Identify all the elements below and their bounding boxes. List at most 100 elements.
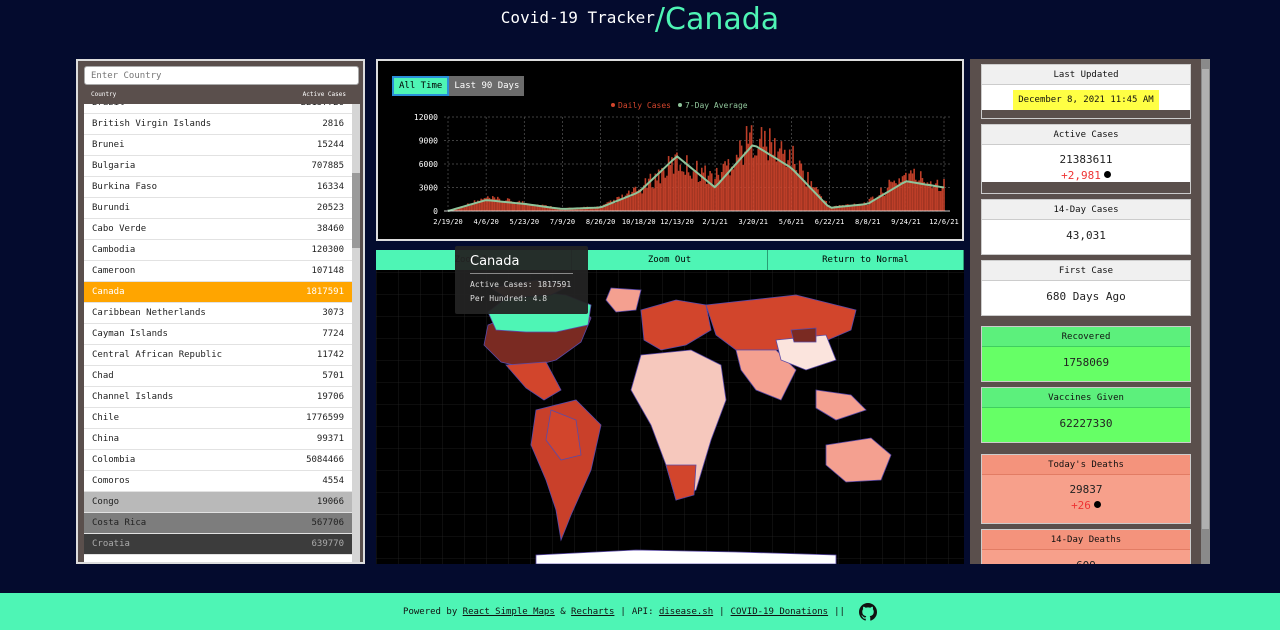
daily-cases-bar — [689, 175, 691, 211]
daily-cases-bar — [715, 167, 718, 211]
daily-cases-bar — [644, 178, 647, 211]
tooltip-country-name: Canada — [470, 254, 573, 274]
daily-cases-bar — [618, 196, 620, 211]
country-list: Brazil 22157726 British Virgin Islands 2816… — [84, 104, 352, 562]
daily-cases-bar — [628, 190, 630, 211]
daily-cases-bar — [764, 130, 766, 211]
daily-cases-bar — [775, 161, 778, 211]
country-row[interactable]: Cameroon 107148 — [84, 261, 352, 282]
daily-cases-bar — [692, 171, 695, 211]
footer-api-label: API: — [631, 606, 654, 617]
country-row[interactable]: Congo 19066 — [84, 492, 352, 513]
country-active-cases: 20523 — [316, 203, 344, 213]
daily-cases-bar — [511, 202, 514, 211]
daily-cases-bar — [936, 179, 939, 211]
country-panel: Country Active Cases Brazil 22157726 Briti… — [76, 59, 365, 564]
daily-cases-bar — [719, 179, 721, 211]
country-row[interactable]: Colombia 5084466 — [84, 450, 352, 471]
daily-cases-bar — [788, 149, 791, 211]
x-tick-label: 6/22/21 — [815, 218, 845, 226]
cases-14-day-label: 14-Day Cases — [982, 200, 1190, 220]
country-name: Caribbean Netherlands — [92, 308, 206, 318]
tooltip-per-hundred: Per Hundred: 4.8 — [470, 294, 573, 303]
daily-cases-bar — [493, 197, 496, 211]
daily-cases-bar — [717, 174, 720, 211]
footer-amp: & — [560, 606, 566, 617]
country-active-cases: 4554 — [322, 476, 344, 486]
country-row[interactable]: Chile 1776599 — [84, 408, 352, 429]
stats-scrollbar-thumb[interactable] — [1202, 69, 1209, 529]
country-name: Brazil — [92, 104, 125, 108]
vaccines-value: 62227330 — [982, 408, 1190, 442]
daily-cases-bar — [739, 140, 741, 211]
cases-14-day-card: 14-Day Cases 43,031 — [981, 199, 1191, 255]
daily-cases-bar — [755, 155, 758, 211]
country-row[interactable]: Canada 1817591 — [84, 282, 352, 303]
country-row[interactable]: Brunei 15244 — [84, 135, 352, 156]
page-title: Covid-19 Tracker/Canada — [0, 2, 1280, 37]
country-row[interactable]: Chad 5701 — [84, 366, 352, 387]
daily-cases-bar — [742, 164, 745, 211]
daily-cases-bar — [709, 170, 711, 211]
daily-cases-bar — [518, 200, 521, 211]
reset-map-button[interactable]: Return to Normal — [768, 250, 964, 270]
daily-cases-bar — [681, 171, 683, 211]
country-row[interactable]: China 99371 — [84, 429, 352, 450]
country-row[interactable]: Brazil 22157726 — [84, 104, 352, 114]
daily-cases-bar — [885, 194, 887, 211]
legend-daily-marker — [611, 103, 615, 107]
recharts-link[interactable]: Recharts — [571, 607, 614, 617]
daily-cases-bar — [906, 181, 909, 211]
daily-cases-bar — [732, 169, 735, 211]
country-row[interactable]: Bulgaria 707885 — [84, 156, 352, 177]
country-row[interactable]: Burkina Faso 16334 — [84, 177, 352, 198]
daily-cases-bar — [463, 207, 466, 211]
last-updated-label: Last Updated — [982, 65, 1190, 85]
list-scrollbar-thumb[interactable] — [352, 173, 360, 248]
github-icon[interactable] — [858, 602, 877, 621]
react-simple-maps-link[interactable]: React Simple Maps — [463, 607, 555, 617]
daily-cases-bar — [815, 187, 818, 211]
country-row[interactable]: Caribbean Netherlands 3073 — [84, 303, 352, 324]
country-active-cases: 3073 — [322, 308, 344, 318]
deaths-today-label: Today's Deaths — [982, 455, 1190, 475]
country-row[interactable]: Cambodia 120300 — [84, 240, 352, 261]
info-icon[interactable] — [1103, 171, 1111, 178]
country-row[interactable]: Croatia 639770 — [84, 534, 352, 555]
country-row[interactable]: Comoros 4554 — [84, 471, 352, 492]
country-row[interactable]: Burundi 20523 — [84, 198, 352, 219]
deaths-today-card: Today's Deaths 29837 +26 — [981, 454, 1191, 524]
daily-cases-bar — [939, 191, 942, 211]
daily-cases-bar — [687, 172, 690, 211]
daily-cases-bar — [641, 193, 643, 211]
daily-cases-bar — [934, 183, 937, 211]
disease-sh-link[interactable]: disease.sh — [659, 607, 713, 617]
y-tick-label: 12000 — [414, 113, 438, 122]
country-row[interactable]: Central African Republic 11742 — [84, 345, 352, 366]
y-tick-label: 9000 — [419, 137, 438, 146]
country-name: Bulgaria — [92, 161, 136, 171]
country-name: Congo — [92, 497, 120, 507]
daily-cases-bar — [933, 185, 935, 211]
daily-cases-bar — [908, 173, 910, 211]
country-name: China — [92, 434, 120, 444]
country-row[interactable]: Channel Islands 19706 — [84, 387, 352, 408]
donations-link[interactable]: COVID-19 Donations — [731, 607, 829, 617]
daily-cases-bar — [905, 172, 907, 211]
daily-cases-bar — [674, 154, 677, 211]
country-row[interactable]: British Virgin Islands 2816 — [84, 114, 352, 135]
daily-cases-bar — [664, 177, 667, 211]
daily-cases-bar — [629, 196, 632, 211]
daily-cases-bar — [773, 138, 776, 211]
country-row[interactable]: Costa Rica 567706 — [84, 513, 352, 534]
country-search-input[interactable] — [84, 66, 359, 85]
country-row[interactable]: Cabo Verde 38460 — [84, 219, 352, 240]
daily-cases-bar — [691, 178, 693, 211]
info-icon[interactable] — [1093, 501, 1101, 508]
country-name: Cambodia — [92, 245, 136, 255]
country-row[interactable]: Cayman Islands 7724 — [84, 324, 352, 345]
zoom-out-button[interactable]: Zoom Out — [572, 250, 768, 270]
daily-cases-bar — [609, 200, 612, 211]
daily-cases-bar — [903, 175, 905, 211]
daily-cases-bar — [491, 196, 494, 211]
